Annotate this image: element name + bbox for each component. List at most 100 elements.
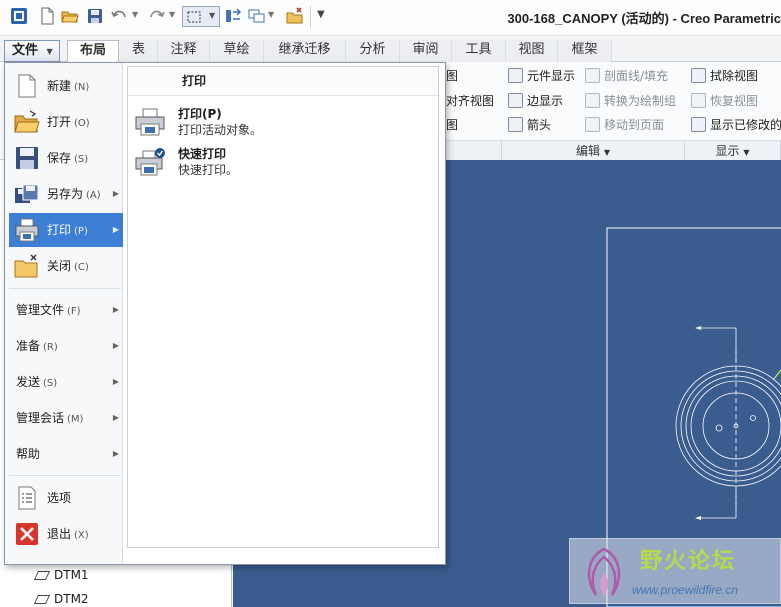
edit-group-label: 编辑	[576, 144, 601, 158]
edge-display-label: 边显示	[527, 94, 564, 108]
menu-item-label: 选项	[47, 491, 72, 505]
submenu-item-quick-print[interactable]: 快速打印 快速打印。	[130, 143, 436, 183]
menu-item-label: 打开	[47, 115, 72, 129]
menu-item-open[interactable]: 打开 (O)	[9, 105, 123, 139]
tab-table[interactable]: 表	[120, 40, 158, 62]
menu-item-label: 帮助	[16, 447, 41, 461]
tab-tools[interactable]: 工具	[452, 40, 506, 62]
windows-icon[interactable]	[248, 7, 266, 25]
tree-node-label: DTM1	[54, 568, 89, 582]
undo-dropdown-icon[interactable]: ▼	[132, 10, 138, 19]
menu-item-label: 发送	[16, 375, 41, 389]
submenu-arrow-icon: ▶	[112, 341, 119, 350]
tree-node-label: DTM2	[54, 592, 89, 606]
app-menu-icon[interactable]	[10, 7, 28, 25]
toolbar-divider	[310, 6, 311, 28]
exit-icon	[16, 523, 38, 545]
menu-divider	[9, 288, 121, 289]
edge-display-button[interactable]: 边显示	[508, 90, 563, 112]
menu-item-exit[interactable]: 退出 (X)	[9, 517, 123, 551]
erase-view-icon	[691, 68, 706, 83]
menu-item-help[interactable]: 帮助 ▶	[9, 437, 123, 471]
ribbon-group-partial	[446, 140, 502, 160]
open-folder-icon	[14, 110, 40, 133]
chevron-down-icon: ▼	[209, 11, 216, 20]
show-modified-label: 显示已修改的	[710, 118, 781, 132]
save-icon[interactable]	[86, 7, 104, 25]
menu-item-print[interactable]: 打印 (P) ▶	[9, 213, 123, 247]
quick-print-icon	[135, 148, 165, 176]
arrow-label: 箭头	[527, 118, 552, 132]
tab-analysis[interactable]: 分析	[346, 40, 400, 62]
undo-icon[interactable]	[110, 7, 128, 25]
menu-item-label: 准备	[16, 339, 41, 353]
move-to-page-button[interactable]: 移动到页面	[585, 114, 664, 136]
tab-file[interactable]: 文件 ▼	[4, 40, 60, 62]
tab-view[interactable]: 视图	[506, 40, 558, 62]
ribbon-group-edit[interactable]: 编辑 ▼	[502, 140, 685, 160]
partial-view-button-3[interactable]: 图	[446, 114, 458, 136]
menu-item-shortcut: (M)	[67, 414, 84, 425]
menu-item-options[interactable]: 选项	[9, 481, 123, 515]
element-display-icon	[508, 68, 523, 83]
partial-view-button-1[interactable]: 图	[446, 65, 458, 87]
arrow-button[interactable]: 箭头	[508, 114, 551, 136]
windows-dropdown-icon[interactable]: ▼	[268, 10, 274, 19]
window-title: 300-168_CANOPY (活动的) - Creo Parametric	[507, 11, 781, 26]
tree-node-dtm2[interactable]: DTM2	[33, 592, 89, 606]
submenu-heading: 打印	[128, 67, 438, 96]
element-display-button[interactable]: 元件显示	[508, 65, 575, 87]
customize-icon[interactable]: ▼	[317, 9, 325, 20]
watermark-logo	[587, 547, 621, 597]
select-box-button[interactable]: ▼	[182, 6, 220, 27]
menu-item-save-as[interactable]: 另存为 (A) ▶	[9, 177, 123, 211]
menu-item-label: 退出	[47, 527, 72, 541]
menu-item-shortcut: (S)	[74, 154, 89, 165]
show-modified-button[interactable]: 显示已修改的	[691, 114, 781, 136]
tab-legacy-migration[interactable]: 继承迁移	[264, 40, 346, 62]
section-hatch-button[interactable]: 剖面线/填充	[585, 65, 668, 87]
move-to-page-label: 移动到页面	[604, 118, 665, 132]
tab-frame[interactable]: 框架	[558, 40, 612, 62]
show-modified-icon	[691, 117, 706, 132]
tab-annotate[interactable]: 注释	[158, 40, 210, 62]
tab-sketch[interactable]: 草绘	[210, 40, 264, 62]
printer-icon	[135, 108, 165, 136]
align-view-button[interactable]: 对齐视图	[446, 90, 494, 112]
convert-draw-group-button[interactable]: 转换为绘制组	[585, 90, 676, 112]
submenu-arrow-icon: ▶	[112, 189, 119, 198]
erase-view-button[interactable]: 拭除视图	[691, 65, 758, 87]
submenu-item-print[interactable]: 打印(P) 打印活动对象。	[130, 103, 436, 143]
restore-view-button[interactable]: 恢复视图	[691, 90, 758, 112]
tab-layout[interactable]: 布局	[67, 40, 119, 62]
menu-item-shortcut: (N)	[74, 82, 90, 93]
submenu-arrow-icon: ▶	[112, 377, 119, 386]
open-icon[interactable]	[61, 7, 79, 25]
menu-item-send[interactable]: 发送 (S) ▶	[9, 365, 123, 399]
redo-dropdown-icon[interactable]: ▼	[169, 10, 175, 19]
ribbon-group-display[interactable]: 显示 ▼	[685, 140, 781, 160]
new-icon[interactable]	[38, 7, 56, 25]
menu-item-new[interactable]: 新建 (N)	[9, 69, 123, 103]
redo-icon[interactable]	[148, 7, 166, 25]
menu-item-prepare[interactable]: 准备 (R) ▶	[9, 329, 123, 363]
menu-item-label: 关闭	[47, 259, 72, 273]
menu-item-manage-file[interactable]: 管理文件 (F) ▶	[9, 293, 123, 327]
tab-review[interactable]: 审阅	[400, 40, 452, 62]
site-watermark: 野火论坛 www.proewildfire.cn	[569, 538, 781, 604]
tree-node-dtm1[interactable]: DTM1	[33, 568, 89, 582]
select-box-icon	[187, 11, 201, 23]
close-window-icon[interactable]	[286, 7, 304, 25]
file-menu-command-list: 新建 (N) 打开 (O) 保存 (S) 另存为 (A) ▶ 打印 (P) ▶ 关闭 (C)…	[5, 63, 123, 564]
save-icon	[16, 147, 38, 169]
regenerate-icon[interactable]	[224, 7, 242, 25]
menu-item-label: 新建	[47, 79, 72, 93]
menu-item-save[interactable]: 保存 (S)	[9, 141, 123, 175]
file-menu: 新建 (N) 打开 (O) 保存 (S) 另存为 (A) ▶ 打印 (P) ▶ 关闭 (C)…	[4, 62, 446, 565]
menu-item-close[interactable]: 关闭 (C)	[9, 249, 123, 283]
arrow-icon	[508, 117, 523, 132]
options-icon	[18, 486, 36, 510]
menu-item-manage-session[interactable]: 管理会话 (M) ▶	[9, 401, 123, 435]
menu-item-label: 保存	[47, 151, 72, 165]
submenu-item-description: 快速打印。	[178, 163, 239, 177]
